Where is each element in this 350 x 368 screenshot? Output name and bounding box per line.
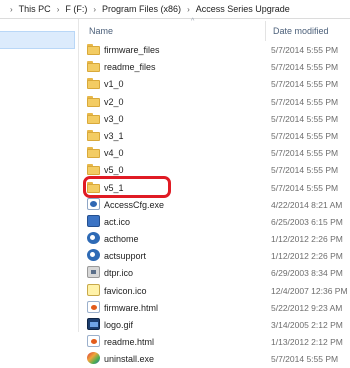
folder-icon [87,95,100,107]
file-date-modified: 5/7/2014 5:55 PM [271,182,339,193]
file-date-modified: 5/7/2014 5:55 PM [271,113,339,124]
file-date-modified: 5/7/2014 5:55 PM [271,45,339,55]
folder-icon [87,112,100,124]
file-date-modified: 5/7/2014 5:55 PM [271,62,339,73]
activex-icon [87,249,100,262]
file-date-modified: 5/22/2012 9:23 AM [271,302,343,313]
file-date-modified: 5/7/2014 5:55 PM [271,79,339,90]
column-divider[interactable] [265,21,266,41]
nav-selected-item[interactable] [0,31,75,49]
chevron-right-icon: › [10,4,13,14]
file-name: v5_1 [104,182,124,193]
file-date-modified: 5/7/2014 5:55 PM [271,130,339,141]
breadcrumb-program-files[interactable]: Program Files (x86) [100,4,183,14]
file-row[interactable]: v2_0 5/7/2014 5:55 PM [79,93,350,110]
folder-icon [87,129,100,141]
folder-icon [87,77,100,90]
file-name: firmware.html [104,302,159,313]
column-header-name[interactable]: Name [89,26,113,36]
file-name: favicon.ico [104,285,147,296]
file-row[interactable]: dtpr.ico 6/29/2003 8:34 PM [79,264,350,281]
file-row[interactable]: v3_1 5/7/2014 5:55 PM [79,127,350,144]
file-row[interactable]: AccessCfg.exe 4/22/2014 8:21 AM [79,196,350,213]
breadcrumb-current-folder[interactable]: Access Series Upgrade [194,4,292,14]
chevron-right-icon: › [56,4,60,14]
uninstall-icon [87,352,100,365]
file-row[interactable]: v3_0 5/7/2014 5:55 PM [79,110,350,127]
file-row[interactable]: uninstall.exe 5/7/2014 5:55 PM [79,350,350,367]
file-row[interactable]: firmware_files 5/7/2014 5:55 PM [79,41,350,58]
file-name: v5_0 [104,165,124,176]
file-date-modified: 4/22/2014 8:21 AM [271,199,343,210]
file-date-modified: 12/4/2007 12:36 PM [271,285,348,296]
file-date-modified: 6/29/2003 8:34 PM [271,268,343,279]
file-name: v2_0 [104,96,124,107]
navigation-pane [0,19,78,332]
file-row[interactable]: v5_0 5/7/2014 5:55 PM [79,161,350,178]
file-row[interactable]: acthome 1/12/2012 2:26 PM [79,230,350,247]
file-row[interactable]: v1_0 5/7/2014 5:55 PM [79,75,350,92]
chevron-right-icon: › [93,4,97,14]
html-icon [87,300,100,313]
file-name: act.ico [104,216,131,227]
column-header-date-modified[interactable]: Date modified [273,26,329,36]
breadcrumb-this-pc[interactable]: This PC [17,4,53,14]
file-date-modified: 5/7/2014 5:55 PM [271,96,339,107]
file-name: readme_files [104,62,156,73]
folder-icon [87,60,100,73]
folder-icon [87,181,100,193]
column-headers: ^ Name Date modified [79,18,350,41]
folder-icon [87,163,100,176]
folder-icon [87,146,100,159]
file-name: v4_0 [104,148,124,159]
ico-icon [87,214,100,227]
file-row[interactable]: logo.gif 3/14/2005 2:12 PM [79,316,350,333]
breadcrumb-drive[interactable]: F (F:) [63,4,89,14]
file-name: uninstall.exe [104,354,155,365]
file-date-modified: 1/12/2012 2:26 PM [271,251,343,262]
folder-icon [87,43,100,55]
file-name: acthome [104,234,139,245]
activex-icon [87,232,100,245]
chevron-right-icon: › [187,4,190,14]
address-bar[interactable]: › This PC › F (F:) › Program Files (x86)… [0,0,350,19]
file-row[interactable]: readme.html 1/13/2012 2:12 PM [79,333,350,350]
file-name: AccessCfg.exe [104,199,165,210]
file-name: firmware_files [104,45,160,55]
file-row[interactable]: v4_0 5/7/2014 5:55 PM [79,144,350,161]
file-name: dtpr.ico [104,268,134,279]
file-name: actsupport [104,251,147,262]
file-date-modified: 3/14/2005 2:12 PM [271,320,343,330]
file-date-modified: 1/12/2012 2:26 PM [271,234,343,245]
sort-up-icon: ^ [191,18,195,25]
gif-icon [87,318,100,330]
file-name: readme.html [104,337,155,348]
file-date-modified: 1/13/2012 2:12 PM [271,337,343,348]
file-date-modified: 5/7/2014 5:55 PM [271,148,339,159]
file-row[interactable]: firmware.html 5/22/2012 9:23 AM [79,299,350,316]
file-date-modified: 5/7/2014 5:55 PM [271,165,339,176]
file-name: v3_0 [104,113,124,124]
html-icon [87,335,100,348]
ico-icon [87,266,100,279]
file-name: v1_0 [104,79,124,90]
file-date-modified: 6/25/2003 6:15 PM [271,216,343,227]
file-name: logo.gif [104,320,134,330]
ico-icon [87,283,100,296]
file-row[interactable]: act.ico 6/25/2003 6:15 PM [79,213,350,230]
file-row[interactable]: actsupport 1/12/2012 2:26 PM [79,247,350,264]
file-row[interactable]: favicon.ico 12/4/2007 12:36 PM [79,282,350,299]
exe-icon [87,197,100,210]
file-date-modified: 5/7/2014 5:55 PM [271,354,339,365]
file-name: v3_1 [104,130,124,141]
file-list: firmware_files 5/7/2014 5:55 PM readme_f… [79,41,350,368]
file-row[interactable]: v5_1 5/7/2014 5:55 PM [79,179,350,196]
file-row[interactable]: readme_files 5/7/2014 5:55 PM [79,58,350,75]
